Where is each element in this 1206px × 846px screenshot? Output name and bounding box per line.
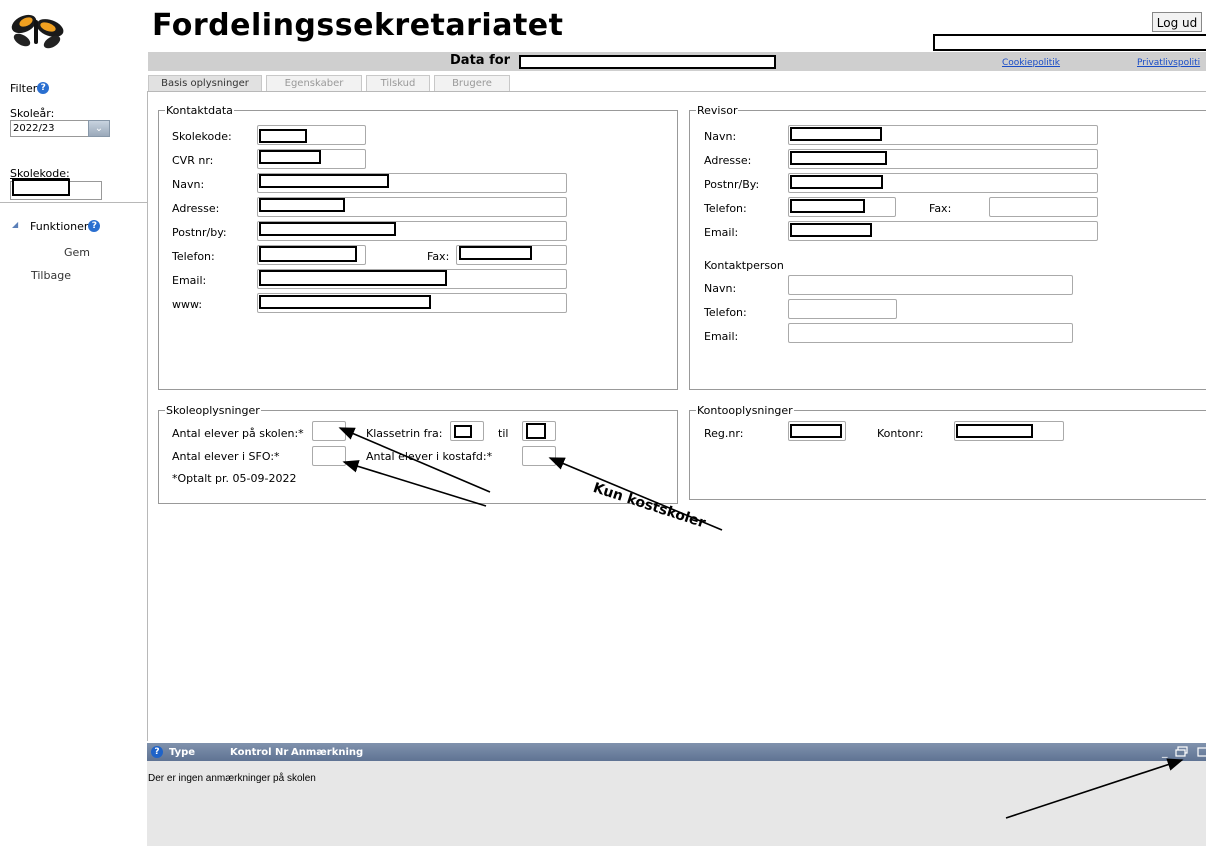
redacted-value (259, 174, 389, 188)
restore-window-icon[interactable] (1175, 746, 1188, 760)
auditor-label: Adresse: (704, 154, 752, 167)
no-remarks-text: Der er ingen anmærkninger på skolen (148, 773, 316, 784)
redacted-value (790, 175, 883, 189)
redacted-value (790, 151, 887, 165)
auditor-legend: Revisor (697, 104, 738, 117)
contact-label: www: (172, 298, 203, 311)
redacted-value (259, 270, 447, 286)
redacted-value (259, 150, 321, 164)
functions-label: Funktioner (30, 220, 89, 233)
year-label: Skoleår: (10, 107, 55, 120)
school-info-legend: Skoleoplysninger (166, 404, 260, 417)
contact-label: Telefon: (172, 250, 215, 263)
tab-properties[interactable]: Egenskaber (266, 75, 362, 91)
remarks-col-remark[interactable]: Anmærkning (291, 747, 363, 758)
account-legend: Kontooplysninger (697, 404, 793, 417)
contact-person-label: Navn: (704, 282, 737, 295)
logo-icon (6, 12, 66, 50)
redacted-value (459, 246, 532, 260)
redacted-value (790, 424, 842, 438)
school-code-redacted (12, 179, 70, 196)
contact-person-phone-field[interactable] (788, 299, 897, 319)
cookie-policy-link[interactable]: Cookiepolitik (1002, 58, 1060, 68)
contact-person-label: Telefon: (704, 306, 747, 319)
contact-person-label: Email: (704, 330, 739, 343)
auditor-label: Telefon: (704, 202, 747, 215)
save-link[interactable]: Gem (64, 246, 90, 259)
grade-to-label: til (498, 427, 509, 440)
contact-label: Skolekode: (172, 130, 232, 143)
data-for-value (519, 55, 776, 69)
data-for-label: Data for (450, 53, 511, 68)
sfo-input[interactable] (312, 446, 346, 466)
redacted-value (259, 246, 357, 262)
redacted-value (259, 295, 431, 309)
tab-subsidy[interactable]: Tilskud (366, 75, 430, 91)
user-field (933, 34, 1206, 51)
redacted-value (454, 425, 472, 438)
auditor-fax-field[interactable] (989, 197, 1098, 217)
redacted-value (259, 222, 396, 236)
functions-heading: Funktioner? (30, 220, 101, 233)
remarks-col-check[interactable]: Kontrol Nr (230, 747, 288, 758)
help-icon[interactable]: ? (88, 220, 101, 232)
help-icon[interactable]: ? (151, 746, 163, 759)
contact-label: Postnr/by: (172, 226, 227, 239)
boarding-label: Antal elever i kostafd:* (366, 450, 493, 463)
contact-person-name-field[interactable] (788, 275, 1073, 295)
contact-legend: Kontaktdata (166, 104, 233, 117)
contact-label: CVR nr: (172, 154, 214, 167)
students-input[interactable] (312, 421, 346, 441)
app-title: Fordelingssekretariatet (152, 8, 564, 43)
chevron-down-icon[interactable]: ⌄ (88, 120, 110, 137)
fax-label: Fax: (427, 250, 450, 263)
maximize-icon[interactable] (1197, 746, 1206, 760)
redacted-value (259, 198, 345, 212)
tab-basis[interactable]: Basis oplysninger (148, 75, 262, 91)
auditor-label: Email: (704, 226, 739, 239)
grade-from-label: Klassetrin fra: (366, 427, 443, 440)
students-label: Antal elever på skolen:* (172, 427, 304, 440)
back-link[interactable]: Tilbage (31, 269, 71, 282)
contact-person-title: Kontaktperson (704, 259, 784, 272)
auditor-fieldset: Revisor (689, 104, 1206, 390)
tab-users[interactable]: Brugere (434, 75, 510, 91)
account-fieldset: Kontooplysninger (689, 404, 1206, 500)
auditor-label: Postnr/By: (704, 178, 760, 191)
privacy-policy-link[interactable]: Privatlivspoliti (1137, 58, 1200, 68)
contact-label: Adresse: (172, 202, 220, 215)
auditor-label: Navn: (704, 130, 737, 143)
contact-label: Navn: (172, 178, 205, 191)
filter-heading: Filter? (10, 82, 50, 95)
redacted-value (790, 127, 882, 141)
counted-note: *Optalt pr. 05-09-2022 (172, 472, 297, 485)
redacted-value (956, 424, 1033, 438)
redacted-value (790, 223, 872, 237)
redacted-value (790, 199, 865, 213)
contact-fieldset: Kontaktdata (158, 104, 678, 390)
filter-label: Filter (10, 82, 38, 95)
minimize-icon[interactable]: _ (1162, 745, 1168, 758)
remarks-col-type[interactable]: Type (169, 747, 195, 758)
sfo-label: Antal elever i SFO:* (172, 450, 280, 463)
auditor-fax-label: Fax: (929, 202, 952, 215)
logout-button[interactable]: Log ud (1152, 12, 1202, 32)
left-divider (0, 202, 148, 203)
contact-person-email-field[interactable] (788, 323, 1073, 343)
reg-number-label: Reg.nr: (704, 427, 744, 440)
collapse-triangle-icon[interactable]: ◢ (12, 220, 18, 229)
redacted-value (259, 129, 307, 143)
redacted-value (526, 423, 546, 439)
contact-label: Email: (172, 274, 207, 287)
help-icon[interactable]: ? (37, 82, 50, 94)
account-number-label: Kontonr: (877, 427, 924, 440)
boarding-input[interactable] (522, 446, 556, 466)
